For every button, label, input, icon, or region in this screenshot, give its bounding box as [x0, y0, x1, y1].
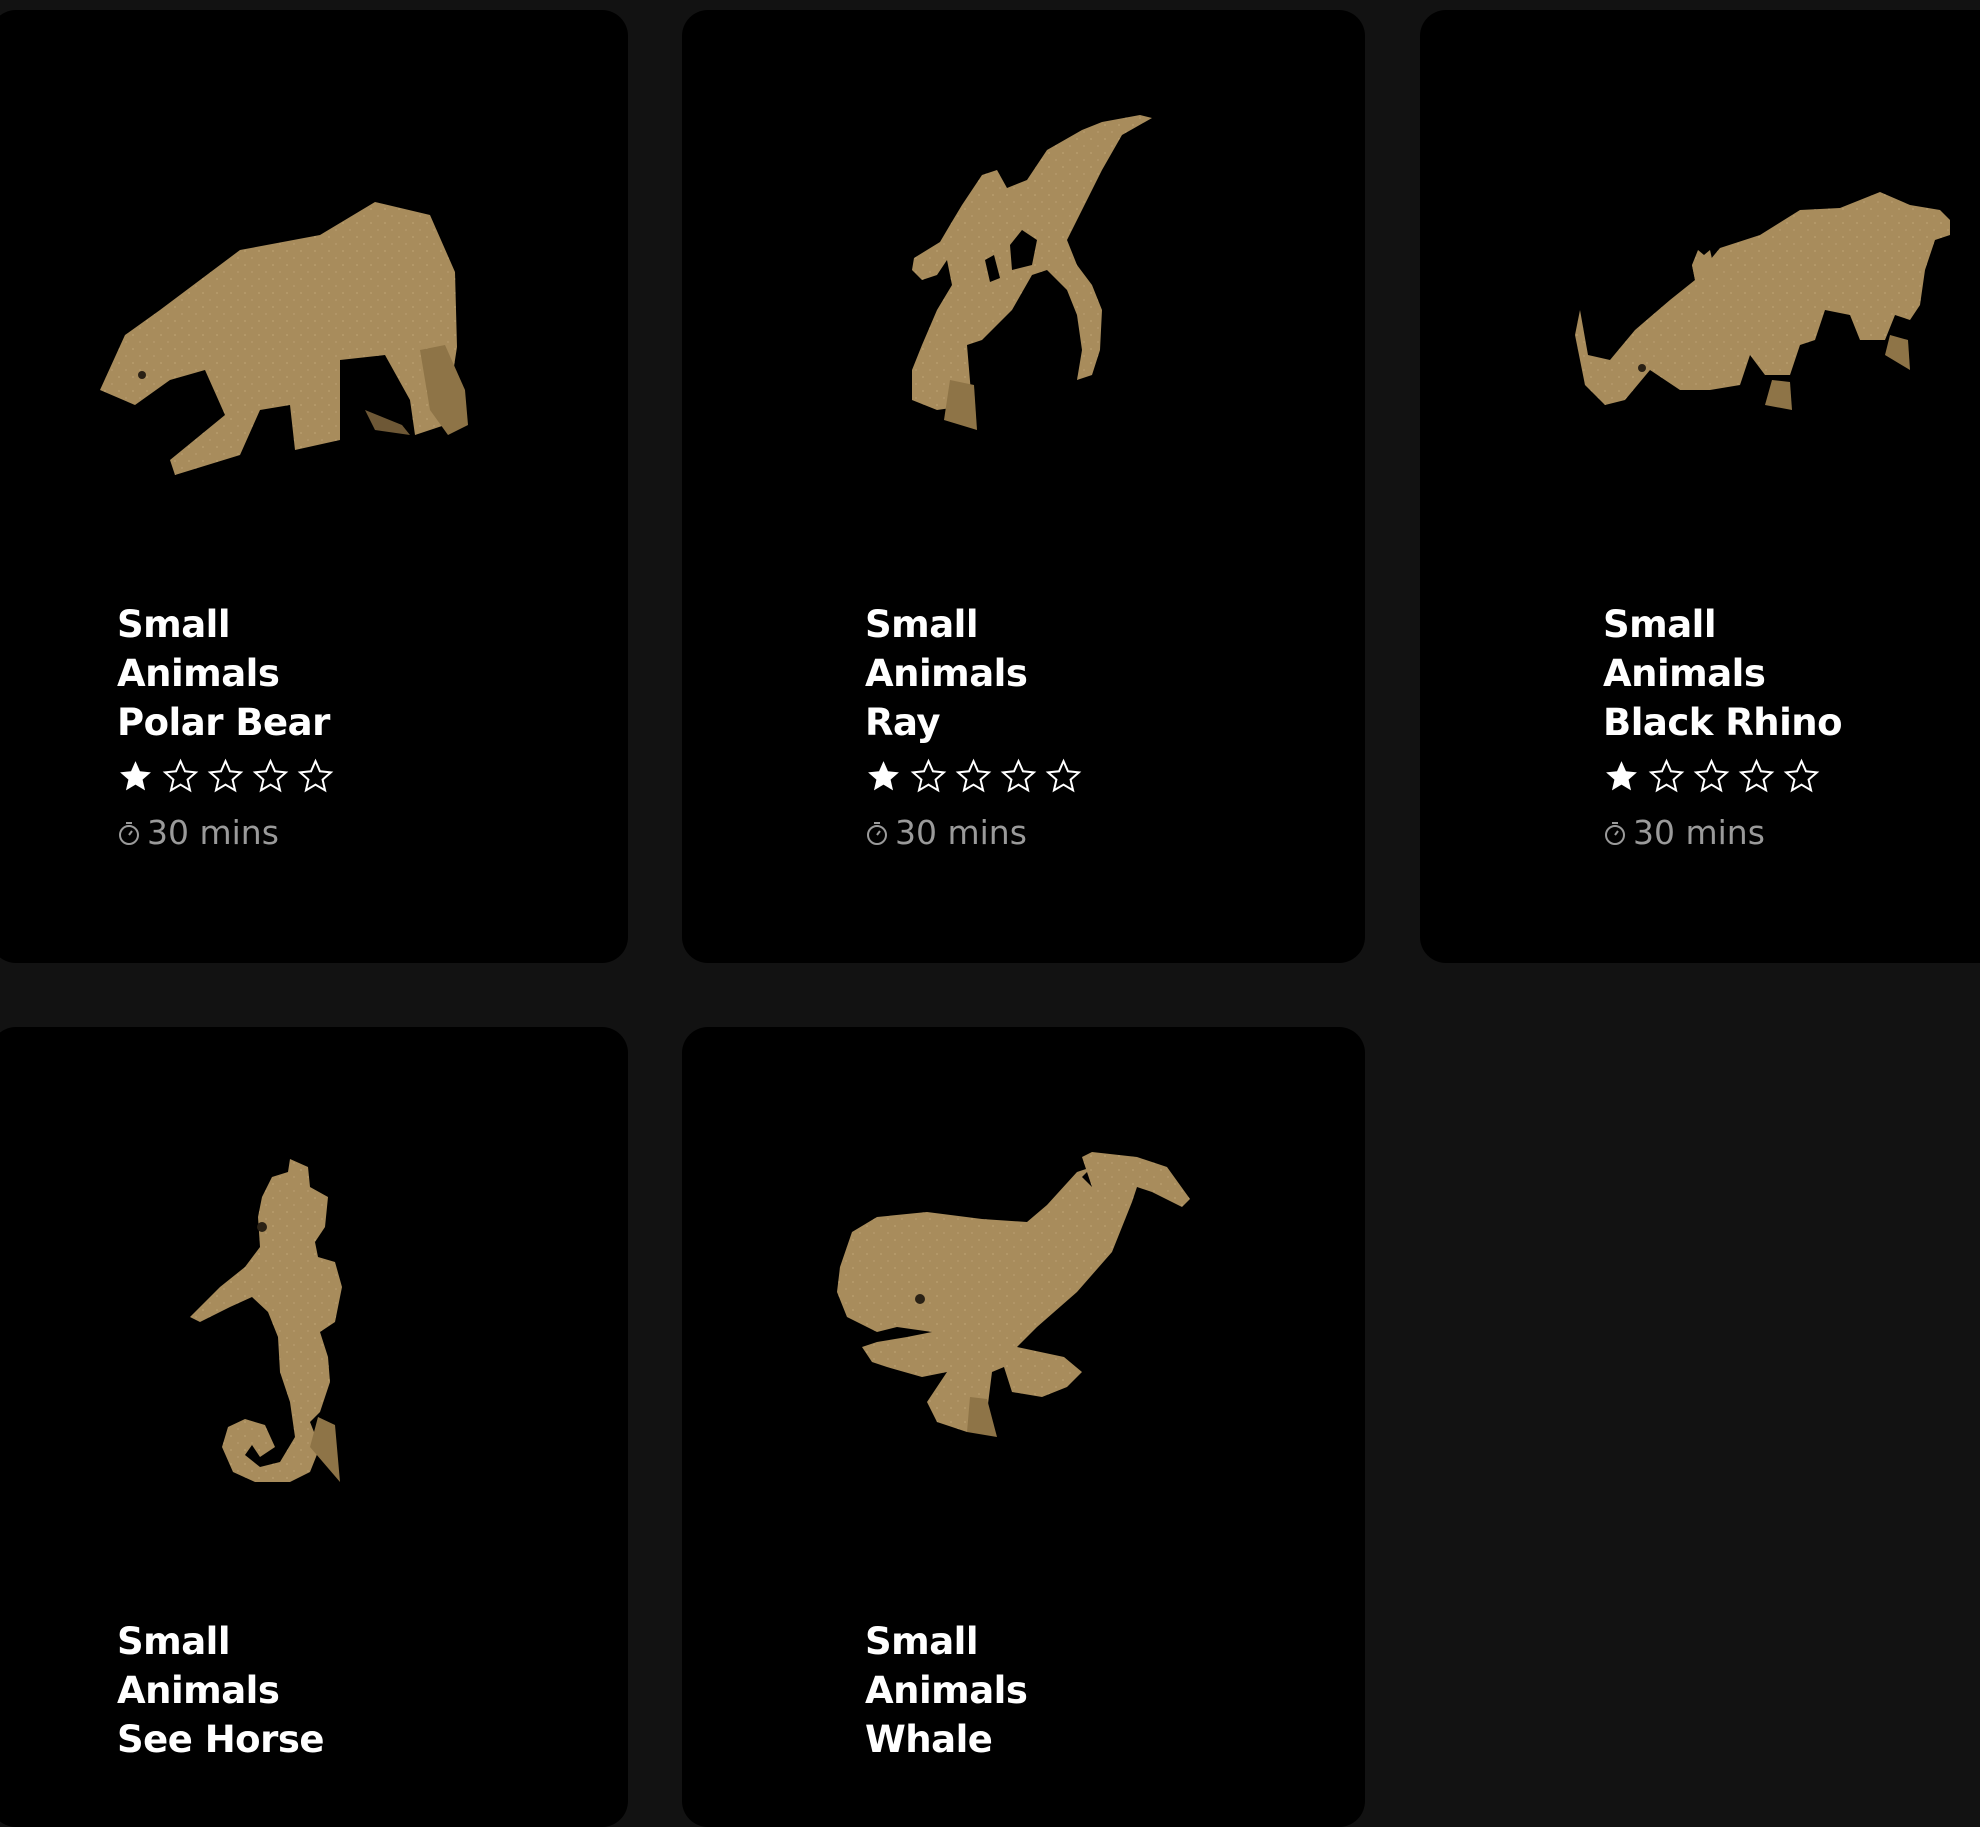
product-card-black-rhino[interactable]: Small Animals Black Rhino 30 mins — [1420, 10, 1980, 963]
duration: 30 mins — [865, 813, 1082, 852]
star-filled-icon — [1606, 760, 1637, 790]
sea-horse-image — [0, 1027, 628, 1587]
card-subcategory: Animals — [117, 652, 280, 695]
duration: 30 mins — [1603, 813, 1842, 852]
card-info: Small Animals Whale — [865, 1617, 1028, 1764]
timer-icon — [119, 821, 139, 845]
card-title: Small Animals Ray — [865, 600, 1082, 747]
product-card-polar-bear[interactable]: Small Animals Polar Bear 30 mins — [0, 10, 628, 963]
star-filled-icon — [120, 760, 151, 790]
difficulty-rating — [1603, 757, 1842, 795]
product-card-ray[interactable]: Small Animals Ray 30 mins — [682, 10, 1365, 963]
timer-icon — [867, 821, 887, 845]
whale-image — [682, 1027, 1365, 1587]
star-outline-icon — [1045, 758, 1082, 792]
card-subcategory: Animals — [1603, 652, 1766, 695]
duration-label: 30 mins — [895, 813, 1027, 852]
card-name: Black Rhino — [1603, 701, 1843, 744]
ray-image — [682, 10, 1365, 570]
card-subcategory: Animals — [865, 1669, 1028, 1712]
card-name: Whale — [865, 1718, 993, 1761]
duration-label: 30 mins — [147, 813, 279, 852]
polar-bear-image — [0, 10, 628, 570]
card-name: Polar Bear — [117, 701, 330, 744]
duration: 30 mins — [117, 813, 334, 852]
timer-icon — [1605, 821, 1625, 845]
difficulty-rating — [117, 757, 334, 795]
star-outline-icon — [207, 758, 244, 792]
card-subcategory: Animals — [117, 1669, 280, 1712]
card-name: Ray — [865, 701, 940, 744]
black-rhino-image — [1420, 10, 1980, 570]
star-outline-icon — [1783, 758, 1820, 792]
star-outline-icon — [1738, 758, 1775, 792]
card-category: Small — [865, 1620, 979, 1663]
star-outline-icon — [297, 758, 334, 792]
star-outline-icon — [1648, 758, 1685, 792]
card-info: Small Animals Polar Bear 30 mins — [117, 600, 334, 852]
card-title: Small Animals See Horse — [117, 1617, 324, 1764]
star-filled-icon — [868, 760, 899, 790]
star-outline-icon — [910, 758, 947, 792]
card-info: Small Animals Black Rhino 30 mins — [1603, 600, 1843, 852]
card-title: Small Animals Whale — [865, 1617, 1028, 1764]
card-subcategory: Animals — [865, 652, 1028, 695]
star-outline-icon — [162, 758, 199, 792]
duration-label: 30 mins — [1633, 813, 1765, 852]
star-outline-icon — [1000, 758, 1037, 792]
card-title: Small Animals Polar Bear — [117, 600, 334, 747]
star-outline-icon — [955, 758, 992, 792]
small-animals-page: { "colors": { "page_background": "#12121… — [0, 0, 1980, 1827]
card-info: Small Animals Ray 30 mins — [865, 600, 1082, 852]
card-category: Small — [117, 603, 231, 646]
card-name: See Horse — [117, 1718, 324, 1761]
product-card-see-horse[interactable]: Small Animals See Horse — [0, 1027, 628, 1827]
star-outline-icon — [1693, 758, 1730, 792]
product-card-whale[interactable]: Small Animals Whale — [682, 1027, 1365, 1827]
difficulty-rating — [865, 757, 1082, 795]
card-info: Small Animals See Horse — [117, 1617, 324, 1764]
card-title: Small Animals Black Rhino — [1603, 600, 1843, 747]
star-outline-icon — [252, 758, 289, 792]
card-category: Small — [865, 603, 979, 646]
card-category: Small — [117, 1620, 231, 1663]
card-category: Small — [1603, 603, 1717, 646]
